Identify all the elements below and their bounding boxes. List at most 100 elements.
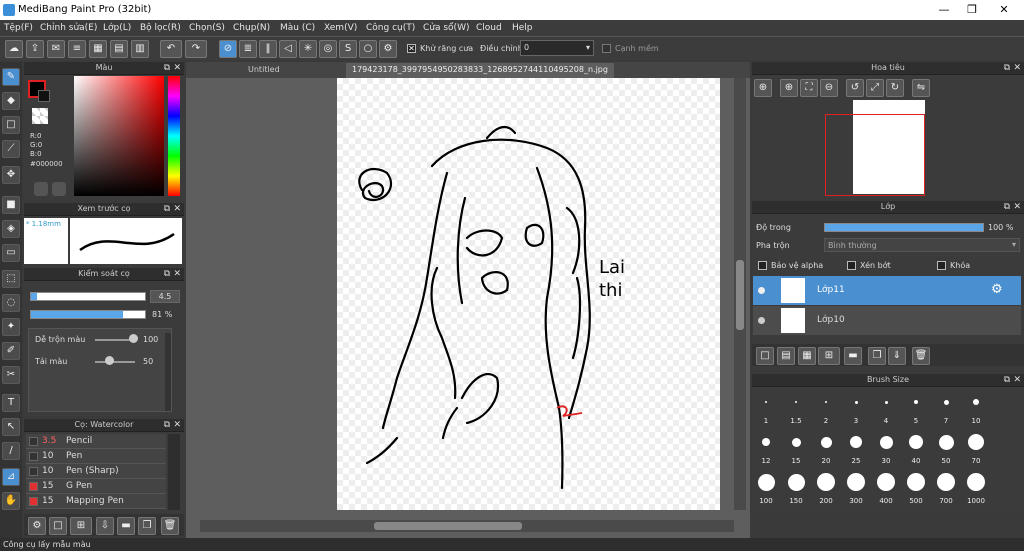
visibility-eye-icon[interactable]	[758, 317, 765, 324]
rotate-right-icon[interactable]: ↻	[886, 79, 904, 97]
import-brush-icon[interactable]: ⇩	[96, 517, 114, 535]
brush-size-option[interactable]: 5	[903, 390, 929, 428]
new-layer-icon[interactable]: □	[756, 347, 774, 365]
zoom-out-icon[interactable]: ⊖	[820, 79, 838, 97]
tab-untitled[interactable]: Untitled	[242, 63, 286, 78]
close-button[interactable]: ✕	[990, 0, 1018, 20]
lasso-tool-icon[interactable]: ◌	[2, 294, 20, 312]
tab-image[interactable]: 179423178_3997954950283833_1268952744110…	[346, 63, 614, 78]
grid-icon[interactable]: ▦	[89, 40, 107, 58]
merge-layer-icon[interactable]: ⇓	[888, 347, 906, 365]
snap-settings-icon[interactable]: ⚙	[379, 40, 397, 58]
brush-size-option[interactable]: 70	[963, 430, 989, 468]
eraser-tool-icon[interactable]: ◆	[2, 92, 20, 110]
snap-ellipse-icon[interactable]: ○	[359, 40, 377, 58]
snap-parallel-icon[interactable]: ≣	[239, 40, 257, 58]
canvas-horizontal-scrollbar[interactable]	[200, 520, 734, 532]
menu-select[interactable]: Chọn(S)	[189, 23, 225, 33]
brush-settings-scrollbar[interactable]	[165, 333, 171, 411]
rotate-left-icon[interactable]: ↺	[846, 79, 864, 97]
popout-icon[interactable]: ⧉	[164, 203, 170, 215]
gradient-tool-icon[interactable]: ▭	[2, 244, 20, 262]
brush-size-option[interactable]: 2	[813, 390, 839, 428]
add-layer-menu-icon[interactable]: ⊞	[818, 347, 840, 365]
undo-icon[interactable]: ↶	[160, 40, 182, 58]
menu-color[interactable]: Màu (C)	[280, 23, 315, 33]
brush-size-option[interactable]: 700	[933, 470, 959, 508]
palette-icon[interactable]	[34, 182, 48, 196]
close-icon[interactable]: ✕	[173, 62, 181, 74]
brush-item-pencil[interactable]: 3.5 Pencil	[26, 434, 166, 449]
navigator-viewport[interactable]	[825, 114, 925, 196]
select-eraser-icon[interactable]: ✂	[2, 366, 20, 384]
menu-filter[interactable]: Bộ lọc(R)	[140, 23, 181, 33]
layout-icon[interactable]: ▥	[131, 40, 149, 58]
layer-folder-icon[interactable]: ▬	[844, 347, 862, 365]
popout-icon[interactable]: ⧉	[164, 62, 170, 74]
brush-size-option[interactable]: 12	[753, 430, 779, 468]
brush-item-pen-sharp[interactable]: 10 Pen (Sharp)	[26, 464, 166, 479]
popout-icon[interactable]: ⧉	[1004, 62, 1010, 74]
brush-item-g-pen[interactable]: 15 G Pen	[26, 479, 166, 494]
brush-size-option[interactable]: 100	[753, 470, 779, 508]
layer-opacity-bar[interactable]	[824, 223, 984, 232]
list-icon[interactable]: ≡	[68, 40, 86, 58]
comment-icon[interactable]: ✉	[47, 40, 65, 58]
palette-add-icon[interactable]	[52, 182, 66, 196]
close-icon[interactable]: ✕	[1013, 201, 1021, 213]
eyedropper-tool-icon[interactable]: ⊿	[2, 468, 20, 486]
copy-brush-icon[interactable]: ❐	[138, 517, 156, 535]
reset-view-icon[interactable]: ⤢	[866, 79, 884, 97]
blend-mode-select[interactable]: Bình thường ▾	[824, 238, 1020, 252]
line-tool-icon[interactable]: ⟋	[2, 140, 20, 158]
refill-slider-thumb[interactable]	[105, 356, 114, 365]
brush-size-option[interactable]: 500	[903, 470, 929, 508]
brush-item-pen[interactable]: 10 Pen	[26, 449, 166, 464]
drawing-canvas[interactable]: Lai thi	[337, 78, 720, 510]
layer-row[interactable]: Lớp11 ⚙	[753, 276, 1021, 305]
hand-tool-icon[interactable]: ✋	[2, 492, 20, 510]
brush-size-option[interactable]: 400	[873, 470, 899, 508]
vertical-scroll-thumb[interactable]	[736, 260, 744, 330]
snap-circle-icon[interactable]: ◎	[319, 40, 337, 58]
close-icon[interactable]: ✕	[173, 419, 181, 431]
menu-window[interactable]: Cửa sổ(W)	[423, 23, 469, 33]
menu-edit[interactable]: Chỉnh sửa(E)	[40, 23, 97, 33]
sub-color-swatch[interactable]	[38, 90, 50, 102]
brush-size-option[interactable]: 7	[933, 390, 959, 428]
trash-icon[interactable]: 🗑	[161, 517, 179, 535]
lock-checkbox[interactable]	[937, 261, 946, 270]
close-icon[interactable]: ✕	[173, 268, 181, 280]
shape-tool-icon[interactable]: □	[2, 116, 20, 134]
snap-vertical-icon[interactable]: ‖	[259, 40, 277, 58]
brush-list-scrollbar[interactable]	[168, 434, 180, 510]
horizontal-scroll-thumb[interactable]	[374, 522, 522, 530]
brush-tool-icon[interactable]: ✎	[2, 68, 20, 86]
brush-size-option[interactable]: 40	[903, 430, 929, 468]
popout-icon[interactable]: ⧉	[1004, 374, 1010, 386]
brush-size-option[interactable]: 300	[843, 470, 869, 508]
snap-radial-icon[interactable]: ✳	[299, 40, 317, 58]
close-icon[interactable]: ✕	[1013, 62, 1021, 74]
brush-size-value[interactable]: 4.5	[150, 290, 180, 303]
brush-size-option[interactable]: 1000	[963, 470, 989, 508]
correction-select[interactable]: 0 ▾	[520, 40, 594, 56]
mix-slider-thumb[interactable]	[129, 334, 138, 343]
new-brush-icon[interactable]: □	[49, 517, 67, 535]
divide-tool-icon[interactable]: /	[2, 442, 20, 460]
brush-opacity-bar[interactable]	[30, 310, 146, 319]
panel-icon[interactable]: ▤	[110, 40, 128, 58]
refill-slider[interactable]	[95, 361, 135, 363]
menu-help[interactable]: Help	[512, 23, 533, 33]
transparent-swatch[interactable]	[32, 108, 48, 124]
clipping-checkbox[interactable]	[847, 261, 856, 270]
menu-tools[interactable]: Công cụ(T)	[366, 23, 415, 33]
brush-size-option[interactable]: 4	[873, 390, 899, 428]
canvas-vertical-scrollbar[interactable]	[734, 78, 746, 510]
brush-size-option[interactable]: 1	[753, 390, 779, 428]
share-icon[interactable]: ⇪	[26, 40, 44, 58]
snap-perspective-icon[interactable]: ◁	[279, 40, 297, 58]
fill-rect-tool-icon[interactable]: ■	[2, 196, 20, 214]
popout-icon[interactable]: ⧉	[1004, 201, 1010, 213]
bucket-tool-icon[interactable]: ◈	[2, 220, 20, 238]
